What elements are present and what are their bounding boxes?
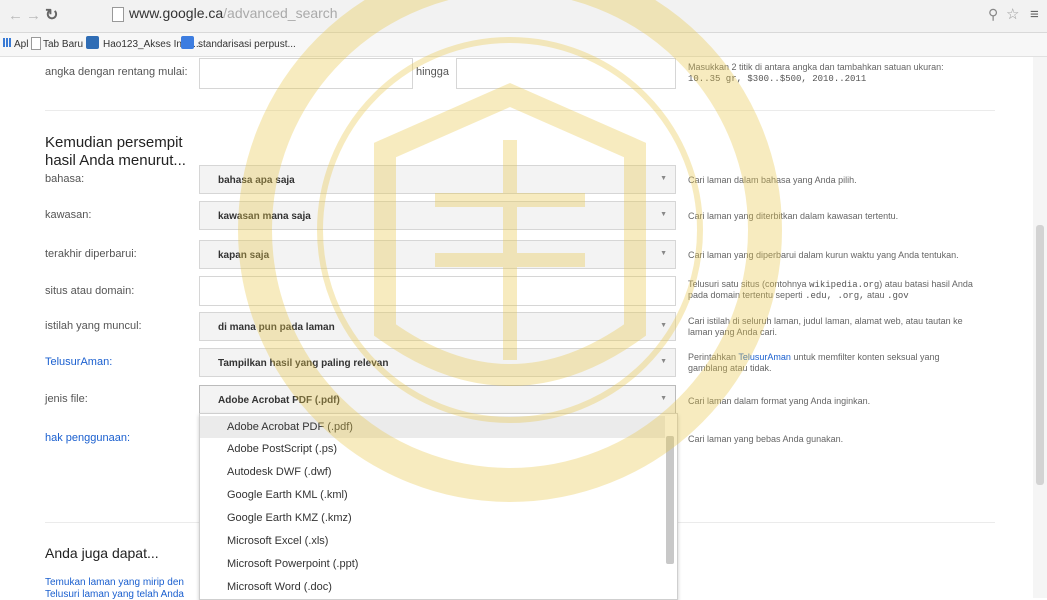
back-arrow-icon[interactable]: ← [8,7,23,24]
range-from-input[interactable] [199,58,413,89]
dropdown-arrow-icon: ▼ [660,395,667,402]
forward-arrow-icon[interactable]: → [26,7,41,24]
dropdown-arrow-icon: ▼ [660,250,667,257]
terms-value: di mana pun pada laman [218,322,335,333]
filetype-option[interactable]: Microsoft Powerpoint (.ppt) [200,553,665,575]
language-select[interactable]: bahasa apa saja ▼ [199,165,676,194]
also-heading: Anda juga dapat... [45,545,159,561]
filetype-help: Cari laman dalam format yang Anda ingink… [688,396,871,406]
safesearch-select[interactable]: Tampilkan hasil yang paling relevan ▼ [199,348,676,377]
narrow-heading-line2: hasil Anda menurut... [45,152,186,169]
standarisasi-icon [181,36,194,49]
filetype-select[interactable]: Adobe Acrobat PDF (.pdf) ▼ [199,385,676,414]
zoom-icon[interactable]: ⚲ [988,6,998,23]
address-bar[interactable]: www.google.ca/advanced_search [129,5,338,21]
divider [45,110,995,111]
safesearch-help-line1: Perintahkan TelusurAman untuk memfilter … [688,352,940,363]
bookmark-standarisasi[interactable]: standarisasi perpust... [198,39,296,50]
visited-pages-link[interactable]: Telusuri laman yang telah Anda [45,589,184,600]
usage-help: Cari laman yang bebas Anda gunakan. [688,434,844,444]
site-help-text: Telusuri satu situs (contohnya [688,279,807,289]
safesearch-help-link[interactable]: TelusurAman [738,352,791,362]
language-help: Cari laman dalam bahasa yang Anda pilih. [688,175,857,185]
url-host: www.google.ca [129,5,224,21]
safesearch-value: Tampilkan hasil yang paling relevan [218,358,389,369]
region-help: Cari laman yang diterbitkan dalam kawasa… [688,211,899,221]
browser-menu-icon[interactable]: ≡ [1030,6,1039,23]
site-help-text: pada domain tertentu seperti [688,290,803,300]
apps-grid-icon [3,38,12,47]
terms-label: istilah yang muncul: [45,320,142,332]
region-label: kawasan: [45,209,92,221]
narrow-heading-line1: Kemudian persempit [45,134,183,151]
language-value: bahasa apa saja [218,175,295,186]
site-help-code: wikipedia.org [809,280,880,290]
dropdown-arrow-icon: ▼ [660,211,667,218]
site-help-code: .gov [887,291,909,301]
site-help-text: ) atau batasi hasil Anda [879,279,973,289]
filetype-option[interactable]: Google Earth KMZ (.kmz) [200,507,665,529]
filetype-option[interactable]: Adobe PostScript (.ps) [200,438,665,460]
filetype-option[interactable]: Microsoft Excel (.xls) [200,530,665,552]
last-update-label: terakhir diperbarui: [45,248,137,260]
dropdown-arrow-icon: ▼ [660,358,667,365]
terms-help-line1: Cari istilah di seluruh laman, judul lam… [688,316,963,326]
range-label: angka dengan rentang mulai: [45,66,188,78]
site-help-text: atau [867,290,885,300]
dropdown-scroll-thumb[interactable] [666,436,674,564]
filetype-label: jenis file: [45,393,88,405]
filetype-option[interactable]: Google Earth KML (.kml) [200,484,665,506]
usage-rights-link[interactable]: hak penggunaan: [45,432,130,444]
hao123-icon [86,36,99,49]
site-input[interactable] [199,276,676,306]
site-help-line2: pada domain tertentu seperti .edu, .org,… [688,290,909,302]
safesearch-help-line2: gamblang atau tidak. [688,363,772,373]
filetype-option[interactable]: Adobe Acrobat PDF (.pdf) [200,416,665,438]
page-scroll-thumb[interactable] [1036,225,1044,485]
region-value: kawasan mana saja [218,211,311,222]
similar-pages-link[interactable]: Temukan laman yang mirip den [45,577,184,588]
site-help-code: .edu, .org, [805,291,865,301]
terms-help-line2: laman yang Anda cari. [688,327,778,337]
safesearch-help-text: untuk memfilter konten seksual yang [793,352,940,362]
reload-icon[interactable]: ↻ [45,5,58,25]
region-select[interactable]: kawasan mana saja ▼ [199,201,676,230]
last-update-help: Cari laman yang diperbarui dalam kurun w… [688,250,959,260]
bookmark-apps[interactable]: Apl [14,39,28,50]
dropdown-arrow-icon: ▼ [660,175,667,182]
filetype-value: Adobe Acrobat PDF (.pdf) [218,395,340,406]
filetype-dropdown-list: Adobe Acrobat PDF (.pdf) Adobe PostScrip… [199,413,678,600]
range-help-example: 10..35 gr, $300..$500, 2010..2011 [688,74,867,84]
range-to-label: hingga [416,66,450,78]
last-update-select[interactable]: kapan saja ▼ [199,240,676,269]
url-path: /advanced_search [223,5,338,21]
page-icon [112,7,124,22]
bookmark-star-icon[interactable]: ☆ [1006,5,1019,23]
bookmark-tab-baru[interactable]: Tab Baru [43,39,83,50]
filetype-option[interactable]: Autodesk DWF (.dwf) [200,461,665,483]
range-help-text: Masukkan 2 titik di antara angka dan tam… [688,62,944,72]
safesearch-link[interactable]: TelusurAman: [45,356,112,368]
terms-select[interactable]: di mana pun pada laman ▼ [199,312,676,341]
filetype-option[interactable]: Microsoft Word (.doc) [200,576,665,598]
site-label: situs atau domain: [45,285,135,297]
page-icon [31,37,41,50]
safesearch-help-text: Perintahkan [688,352,737,362]
language-label: bahasa: [45,173,85,185]
dropdown-arrow-icon: ▼ [660,322,667,329]
range-to-input[interactable] [456,58,676,89]
last-update-value: kapan saja [218,250,270,261]
